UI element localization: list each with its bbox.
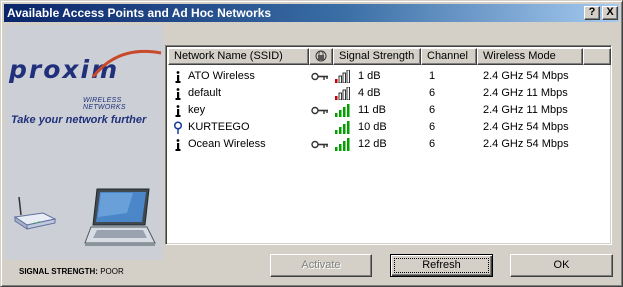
- signal-strength-value: 1 dB: [358, 70, 381, 82]
- help-button[interactable]: ?: [584, 6, 600, 20]
- antenna-icon: [175, 105, 181, 117]
- help-icon: ?: [588, 6, 596, 18]
- network-ssid: ATO Wireless: [188, 70, 255, 82]
- refresh-button[interactable]: Refresh: [390, 254, 493, 277]
- wireless-mode-value: 2.4 GHz 54 Mbps: [483, 70, 569, 82]
- network-ssid: Ocean Wireless: [188, 138, 266, 150]
- wireless-mode-value: 2.4 GHz 11 Mbps: [483, 87, 568, 99]
- channel-value: 6: [429, 138, 436, 150]
- network-ssid: default: [188, 87, 222, 99]
- list-item[interactable]: key 11 dB 6 2.4 GHz 11 Mbps: [168, 102, 611, 119]
- signal-strength-label: SIGNAL STRENGTH:: [19, 267, 98, 276]
- column-header-network-name[interactable]: Network Name (SSID): [168, 48, 309, 65]
- lock-icon: [315, 50, 327, 62]
- signal-strength-value: 4 dB: [358, 87, 381, 99]
- wireless-mode-value: 2.4 GHz 11 Mbps: [483, 104, 568, 116]
- network-ssid: KURTEEGO: [188, 121, 250, 133]
- channel-value: 6: [429, 121, 436, 133]
- title-bar: Available Access Points and Ad Hoc Netwo…: [4, 4, 619, 22]
- channel-value: 1: [429, 70, 436, 82]
- tagline: Take your network further: [11, 114, 147, 126]
- list-item[interactable]: ATO Wireless 1 dB 1 2.4 GHz 54 Mbps: [168, 68, 611, 85]
- wireless-mode-value: 2.4 GHz 54 Mbps: [483, 121, 569, 133]
- list-item[interactable]: Ocean Wireless 12 dB 6 2.4 GHz 54 Mbps: [168, 136, 611, 153]
- signal-bars-icon: [335, 104, 350, 117]
- column-header-signal-strength[interactable]: Signal Strength: [333, 48, 421, 65]
- channel-value: 6: [429, 104, 436, 116]
- logo-subtitle: WIRELESS NETWORKS: [83, 97, 126, 111]
- signal-bars-icon: [335, 87, 350, 100]
- activate-button[interactable]: Activate: [270, 254, 372, 277]
- column-header-encryption[interactable]: [309, 48, 333, 65]
- close-icon: X: [606, 6, 614, 18]
- ad-hoc-icon: [173, 121, 183, 134]
- key-icon: [311, 106, 328, 115]
- signal-strength-value: 11 dB: [358, 104, 386, 116]
- router-icon: [13, 196, 57, 230]
- window-title: Available Access Points and Ad Hoc Netwo…: [7, 6, 272, 20]
- logo-swoosh-icon: [91, 49, 162, 78]
- signal-strength-value: 10 dB: [358, 121, 387, 133]
- antenna-icon: [175, 88, 181, 100]
- antenna-icon: [175, 139, 181, 151]
- dialog-window: Available Access Points and Ad Hoc Netwo…: [0, 0, 623, 287]
- list-header: Network Name (SSID) Signal Strength Chan…: [168, 48, 611, 65]
- signal-bars-icon: [335, 121, 350, 134]
- column-header-filler: [583, 48, 611, 65]
- key-icon: [311, 140, 328, 149]
- signal-strength-value: 12 dB: [358, 138, 387, 150]
- signal-strength-status: SIGNAL STRENGTH: POOR: [19, 267, 124, 276]
- list-item[interactable]: KURTEEGO 10 dB 6 2.4 GHz 54 Mbps: [168, 119, 611, 136]
- antenna-icon: [175, 71, 181, 83]
- signal-bars-icon: [335, 70, 350, 83]
- list-item[interactable]: default 4 dB 6 2.4 GHz 11 Mbps: [168, 85, 611, 102]
- networks-list[interactable]: Network Name (SSID) Signal Strength Chan…: [165, 45, 612, 245]
- channel-value: 6: [429, 87, 436, 99]
- close-button[interactable]: X: [602, 6, 618, 20]
- signal-bars-icon: [335, 138, 350, 151]
- branding-panel: proxim WIRELESS NETWORKS Take your netwo…: [5, 25, 163, 276]
- column-header-channel[interactable]: Channel: [421, 48, 477, 65]
- signal-strength-value: POOR: [100, 267, 124, 276]
- wireless-mode-value: 2.4 GHz 54 Mbps: [483, 138, 569, 150]
- laptop-icon: [84, 188, 156, 246]
- network-ssid: key: [188, 104, 206, 116]
- ok-button[interactable]: OK: [510, 254, 613, 277]
- column-header-wireless-mode[interactable]: Wireless Mode: [477, 48, 583, 65]
- key-icon: [311, 72, 328, 81]
